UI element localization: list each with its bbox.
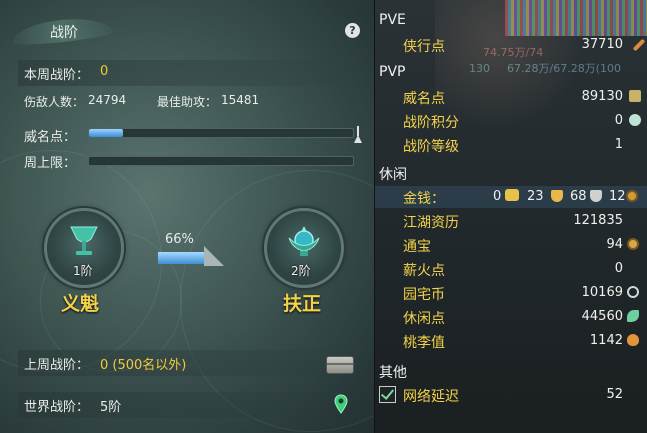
taoli-value: 1142 — [589, 333, 623, 348]
tongbao-label: 通宝 — [403, 239, 431, 255]
silver-icon — [590, 190, 602, 202]
weiming-value: 89130 — [581, 89, 623, 104]
yuanzhai-value: 10169 — [581, 285, 623, 300]
money-silver-value: 68 — [570, 189, 587, 204]
gold-ingot-icon — [505, 189, 519, 201]
copper-coin-icon — [626, 190, 638, 202]
latency-row: 网络延迟 52 — [375, 384, 647, 406]
leaf-icon — [627, 310, 639, 322]
reward-chest-icon[interactable] — [326, 356, 354, 374]
section-pve: PVE — [379, 12, 406, 28]
xiuxian-value: 44560 — [581, 309, 623, 324]
jianghu-value: 121835 — [573, 213, 623, 228]
badge-icon — [629, 90, 641, 102]
taoli-label: 桃李值 — [403, 335, 445, 351]
sword-icon — [632, 38, 646, 52]
currency-row-yuanzhai[interactable]: 园宅币 10169 — [375, 282, 647, 304]
current-rank-name: 义魁 — [61, 293, 100, 315]
currency-row-xiaxing[interactable]: 侠行点 37710 — [375, 34, 647, 56]
yuanzhai-label: 园宅币 — [403, 287, 445, 303]
faded-bg-text: 130 — [469, 62, 490, 75]
zhanjie-level-label: 战阶等级 — [403, 139, 459, 155]
next-rank-name: 扶正 — [283, 293, 322, 315]
latency-label: 网络延迟 — [403, 389, 459, 405]
section-other: 其他 — [379, 365, 407, 381]
current-rank-level: 1阶 — [73, 264, 93, 278]
coin-icon — [627, 238, 639, 250]
cap-marker-icon — [354, 126, 362, 143]
latency-value: 52 — [606, 387, 623, 402]
advance-progress-bar — [158, 252, 204, 264]
xiuxian-label: 休闲点 — [403, 311, 445, 327]
next-rank-level: 2阶 — [291, 264, 311, 278]
currency-row-zhanjie-score[interactable]: 战阶积分 0 — [375, 110, 647, 132]
world-rank-row: 世界战阶： 5阶 — [18, 392, 360, 418]
currency-row-xinhuo[interactable]: 薪火点 0 — [375, 258, 647, 280]
last-week-label: 上周战阶： — [24, 358, 90, 373]
gourd-icon — [627, 334, 639, 346]
week-rank-value: 0 — [100, 64, 109, 79]
rank-panel: 战阶 ? 本周战阶： 0 伤敌人数： 24794 最佳助攻： 15481 威名点… — [0, 0, 374, 433]
currency-panel: 74.75万/74 130 67.28万/67.28万(100 PVE 侠行点 … — [375, 0, 647, 433]
kills-label: 伤敌人数： — [24, 95, 85, 109]
prestige-label: 威名点： — [24, 130, 77, 145]
location-pin-icon[interactable] — [334, 394, 348, 414]
last-week-row: 上周战阶： 0 (500名以外) — [18, 350, 360, 376]
week-rank-row: 本周战阶： 0 — [18, 60, 360, 86]
money-gold-value: 23 — [527, 189, 544, 204]
xinhuo-value: 0 — [614, 261, 623, 276]
xinhuo-label: 薪火点 — [403, 263, 445, 279]
money-ingot-value: 0 — [493, 189, 502, 204]
tongbao-value: 94 — [606, 237, 623, 252]
shield-icon — [629, 114, 641, 126]
weekly-cap-label: 周上限： — [24, 156, 77, 171]
help-icon[interactable]: ? — [345, 23, 360, 38]
zhanjie-level-value: 1 — [614, 137, 623, 152]
currency-row-money[interactable]: 金钱： 0 23 68 12 — [375, 186, 647, 208]
house-coin-icon — [627, 286, 639, 298]
panel-title: 战阶 — [50, 25, 78, 41]
xiaxing-value: 37710 — [581, 37, 623, 52]
currency-row-taoli[interactable]: 桃李值 1142 — [375, 330, 647, 352]
advance-arrow — [204, 246, 224, 266]
advance-percent: 66% — [165, 232, 194, 247]
currency-row-jianghu[interactable]: 江湖资历 121835 — [375, 210, 647, 232]
currency-row-tongbao[interactable]: 通宝 94 — [375, 234, 647, 256]
currency-row-xiuxian[interactable]: 休闲点 44560 — [375, 306, 647, 328]
money-label: 金钱： — [403, 191, 445, 207]
last-week-value: 0 (500名以外) — [100, 358, 187, 373]
currency-row-zhanjie-level[interactable]: 战阶等级 1 — [375, 134, 647, 156]
background-banner — [505, 0, 647, 36]
section-leisure: 休闲 — [379, 167, 407, 183]
section-pvp: PVP — [379, 64, 406, 80]
faded-bg-text: 67.28万/67.28万(100 — [507, 62, 621, 75]
week-rank-label: 本周战阶： — [24, 68, 90, 83]
weekly-cap-bar — [88, 156, 354, 166]
kills-value: 24794 — [88, 93, 127, 107]
jianghu-label: 江湖资历 — [403, 215, 459, 231]
weiming-label: 威名点 — [403, 91, 445, 107]
xiaxing-label: 侠行点 — [403, 39, 445, 55]
gold-icon — [551, 190, 563, 202]
assist-label: 最佳助攻： — [157, 95, 218, 109]
prestige-bar-fill — [89, 129, 124, 137]
prestige-bar — [88, 128, 354, 138]
panel-header: 战阶 — [0, 14, 374, 48]
goblet-icon — [70, 226, 98, 255]
assist-value: 15481 — [221, 93, 260, 107]
world-rank-value: 5阶 — [100, 400, 122, 415]
money-copper-value: 12 — [609, 189, 626, 204]
zhanjie-score-label: 战阶积分 — [403, 115, 459, 131]
currency-row-weiming[interactable]: 威名点 89130 — [375, 86, 647, 108]
zhanjie-score-value: 0 — [614, 113, 623, 128]
crowned-orb-icon — [288, 226, 320, 256]
world-rank-label: 世界战阶： — [24, 400, 90, 415]
